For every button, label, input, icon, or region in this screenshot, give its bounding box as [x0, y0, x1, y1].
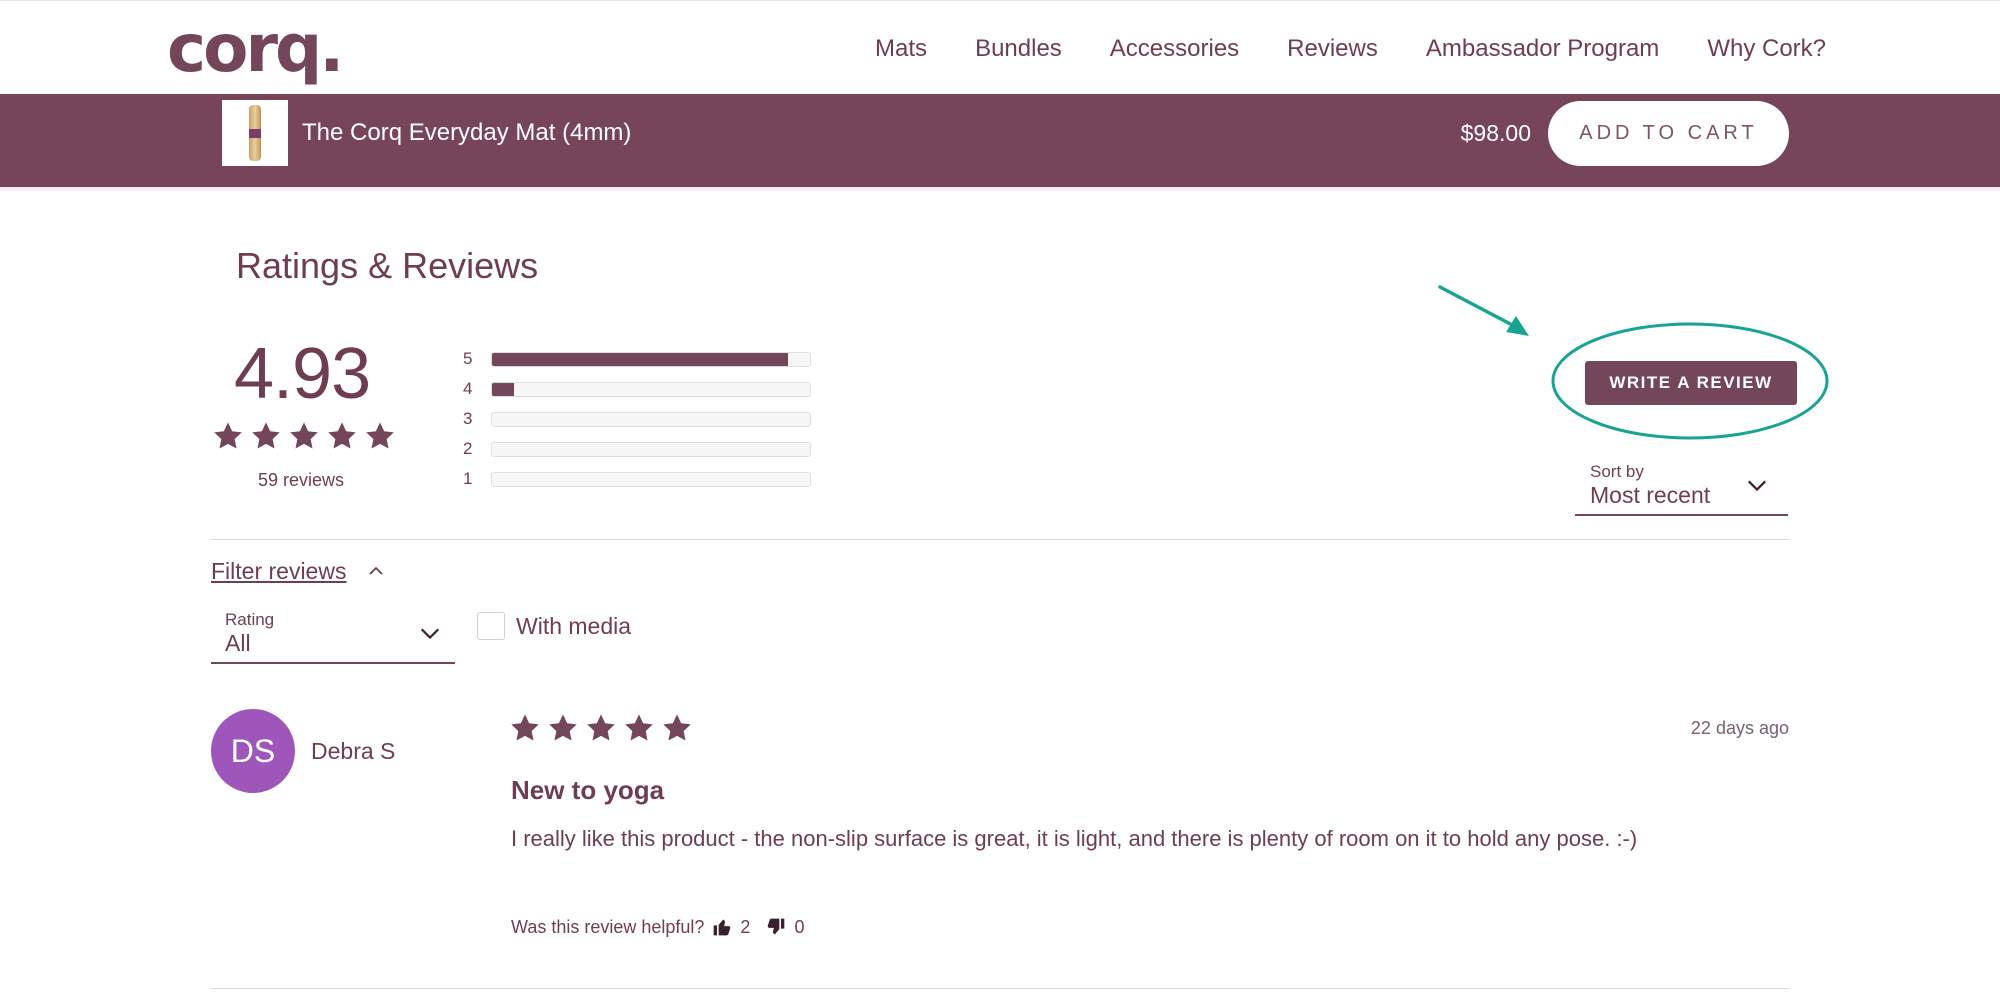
distribution-fill: [492, 382, 515, 396]
thumbs-down-icon[interactable]: [766, 917, 786, 937]
review-count: 59 reviews: [258, 470, 345, 490]
add-to-cart-button[interactable]: ADD TO CART: [1548, 101, 1789, 166]
product-thumbnail: [222, 100, 288, 166]
reviewer-name: Debra S: [311, 738, 396, 764]
sort-dropdown[interactable]: Sort by Most recent: [1575, 458, 1788, 516]
product-price: $98.00: [1460, 120, 1531, 146]
review-date: 22 days ago: [1690, 718, 1789, 738]
helpful-down-count: 0: [794, 917, 805, 937]
star-icon: [326, 420, 358, 452]
distribution-row: 2: [463, 434, 811, 464]
annotation-arrow-line: [1438, 285, 1520, 330]
review-title: New to yoga: [511, 775, 665, 805]
chevron-down-icon: [1747, 480, 1767, 492]
distribution-track: [491, 441, 811, 457]
review-stars: [509, 712, 693, 744]
reviewer-avatar: DS: [211, 709, 295, 793]
distribution-star-label: 1: [463, 469, 473, 488]
nav-bundles[interactable]: Bundles: [975, 31, 1062, 67]
star-icon: [509, 712, 541, 744]
nav-ambassador-program[interactable]: Ambassador Program: [1426, 31, 1659, 67]
distribution-track: [491, 381, 811, 397]
distribution-fill: [492, 352, 788, 366]
distribution-row: 4: [463, 374, 811, 404]
helpful-up-count: 2: [740, 917, 751, 937]
distribution-star-label: 4: [463, 379, 473, 398]
distribution-row: 1: [463, 464, 811, 494]
product-title: The Corq Everyday Mat (4mm): [302, 119, 632, 146]
with-media-checkbox[interactable]: [477, 612, 505, 640]
main-nav: Mats Bundles Accessories Reviews Ambassa…: [875, 31, 1826, 67]
distribution-row: 5: [463, 344, 811, 374]
distribution-star-label: 2: [463, 439, 473, 458]
star-icon: [623, 712, 655, 744]
helpful-label: Was this review helpful?: [511, 917, 705, 937]
helpful-row: Was this review helpful? 2 0: [511, 914, 804, 940]
average-rating: 4.93: [234, 334, 371, 414]
distribution-track: [491, 351, 811, 367]
star-icon: [288, 420, 320, 452]
nav-reviews[interactable]: Reviews: [1287, 31, 1378, 67]
rating-filter-label: Rating: [225, 610, 275, 629]
rolled-mat-image: [249, 105, 261, 161]
nav-why-cork[interactable]: Why Cork?: [1707, 31, 1826, 67]
chevron-up-icon[interactable]: [367, 562, 385, 580]
distribution-track: [491, 471, 811, 487]
star-icon: [250, 420, 282, 452]
site-header: corq. Mats Bundles Accessories Reviews A…: [0, 0, 2000, 94]
rating-filter-dropdown[interactable]: Rating All: [211, 604, 455, 664]
review-divider: [211, 988, 1789, 989]
corq-logo[interactable]: corq.: [167, 9, 344, 89]
filter-reviews-link[interactable]: Filter reviews: [211, 556, 346, 586]
review-body: I really like this product - the non-sli…: [511, 826, 1638, 851]
bar-shadow: [0, 187, 2000, 193]
distribution-track: [491, 411, 811, 427]
star-icon: [661, 712, 693, 744]
rating-filter-value: All: [225, 630, 251, 656]
sort-value: Most recent: [1590, 482, 1711, 508]
write-review-button[interactable]: WRITE A REVIEW: [1585, 361, 1797, 405]
ratings-heading: Ratings & Reviews: [236, 245, 539, 286]
star-icon: [585, 712, 617, 744]
with-media-label[interactable]: With media: [516, 611, 631, 641]
star-icon: [364, 420, 396, 452]
nav-accessories[interactable]: Accessories: [1110, 31, 1239, 67]
star-icon: [547, 712, 579, 744]
average-stars: [212, 420, 396, 452]
section-divider: [211, 539, 1789, 540]
annotation-arrow-head: [1506, 316, 1529, 336]
chevron-down-icon: [420, 628, 440, 640]
thumbs-up-icon[interactable]: [712, 917, 732, 937]
sort-label: Sort by: [1590, 462, 1644, 481]
star-icon: [212, 420, 244, 452]
distribution-star-label: 5: [463, 349, 473, 368]
distribution-star-label: 3: [463, 409, 473, 428]
nav-mats[interactable]: Mats: [875, 31, 927, 67]
rating-distribution: 5 4 3 2 1: [463, 344, 811, 494]
distribution-row: 3: [463, 404, 811, 434]
sticky-product-bar: The Corq Everyday Mat (4mm) $98.00 ADD T…: [0, 94, 2000, 187]
